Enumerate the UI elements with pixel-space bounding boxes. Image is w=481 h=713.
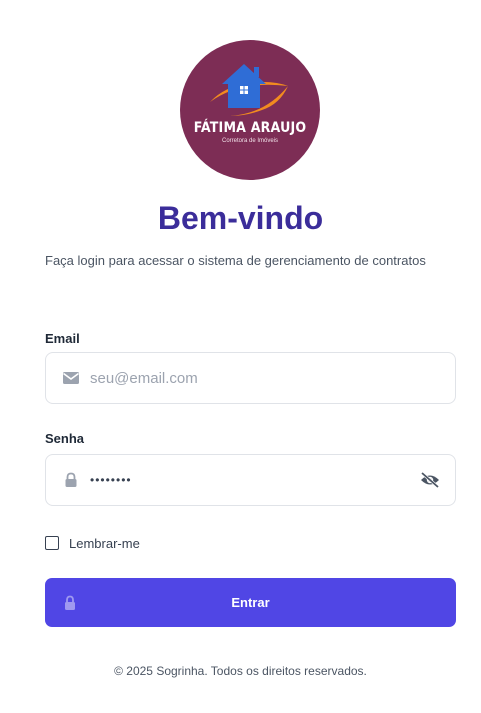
login-button[interactable]: Entrar xyxy=(45,578,456,627)
page-title: Bem-vindo xyxy=(157,200,324,236)
eye-off-icon[interactable] xyxy=(419,471,441,489)
envelope-icon xyxy=(63,372,79,384)
remember-me[interactable]: Lembrar-me xyxy=(45,534,140,552)
logo-tagline: Corretora de Imóveis xyxy=(221,138,279,144)
email-label: Email xyxy=(45,331,80,346)
login-button-label: Entrar xyxy=(231,595,270,610)
page-subtitle: Faça login para acessar o sistema de ger… xyxy=(45,253,426,268)
remember-me-label: Lembrar-me xyxy=(69,535,140,551)
login-page: FÁTIMA ARAUJO Corretora de Imóveis Bem-v… xyxy=(0,0,481,713)
logo-brand-name: FÁTIMA ARAUJO xyxy=(193,120,307,136)
password-input[interactable] xyxy=(90,455,410,505)
email-input[interactable] xyxy=(90,353,410,403)
footer-copyright: © 2025 Sogrinha. Todos os direitos reser… xyxy=(114,664,367,678)
brand-logo: FÁTIMA ARAUJO Corretora de Imóveis xyxy=(180,40,320,180)
lock-icon xyxy=(65,472,77,487)
email-field-container[interactable] xyxy=(45,352,456,404)
lock-icon xyxy=(65,595,75,610)
password-label: Senha xyxy=(45,431,85,446)
password-field-container[interactable] xyxy=(45,454,456,506)
remember-me-checkbox[interactable] xyxy=(45,536,59,550)
logo-circle: FÁTIMA ARAUJO Corretora de Imóveis xyxy=(180,40,320,180)
house-logo-icon xyxy=(210,64,288,116)
